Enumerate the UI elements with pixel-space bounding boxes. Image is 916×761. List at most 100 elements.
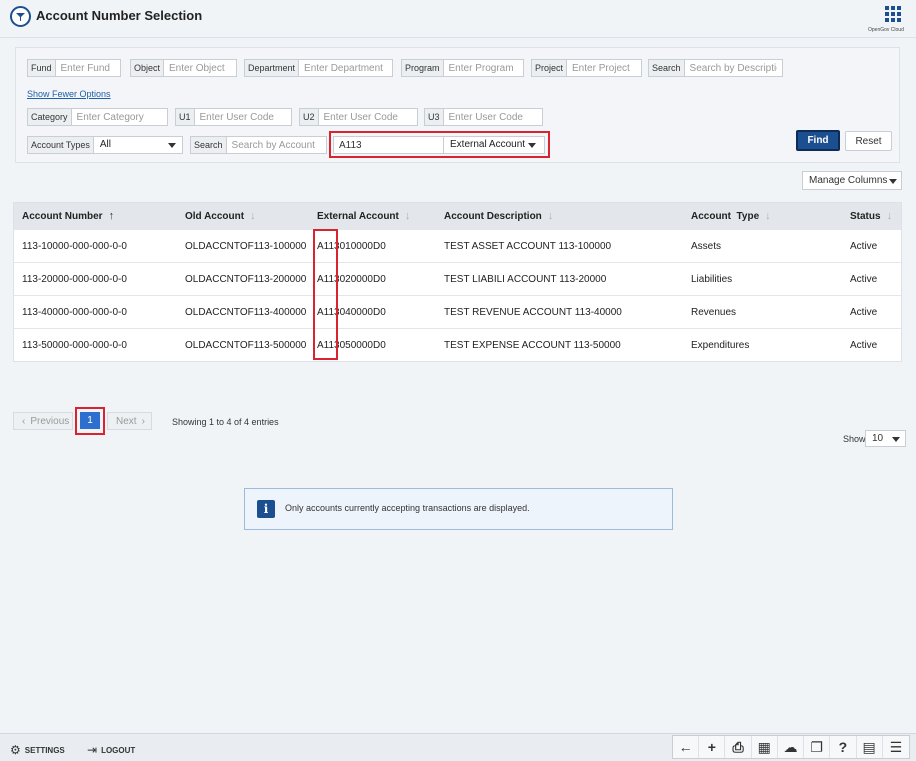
department-label: Department xyxy=(245,60,300,76)
table-row[interactable]: 113-40000-000-000-0-0 OLDACCNTOF113-4000… xyxy=(14,295,901,328)
printer-icon[interactable]: ⎙ xyxy=(725,736,752,758)
sort-desc-icon: ↓ xyxy=(765,210,771,222)
account-number-cell: 113-50000-000-000-0-0 xyxy=(22,339,127,351)
account-search-field: Search xyxy=(190,136,327,154)
category-field: Category xyxy=(27,108,168,126)
status-cell: Active xyxy=(850,273,878,285)
account-types-select[interactable]: All xyxy=(94,137,182,153)
account-description-cell: TEST EXPENSE ACCOUNT 113-50000 xyxy=(444,339,621,351)
status-cell: Active xyxy=(850,339,878,351)
entries-summary: Showing 1 to 4 of 4 entries xyxy=(172,417,279,427)
account-types-value: All xyxy=(99,139,111,150)
app-grid-icon[interactable] xyxy=(885,6,901,22)
account-type-cell: Assets xyxy=(691,240,722,252)
table-header: Account Number ↑ Old Account ↓ External Ac… xyxy=(14,203,901,229)
column-header-status[interactable]: Status ↓ xyxy=(850,203,892,229)
column-header-old-account[interactable]: Old Account ↓ xyxy=(185,203,256,229)
program-label: Program xyxy=(402,60,444,76)
find-button[interactable]: Find xyxy=(796,130,840,151)
sort-desc-icon: ↓ xyxy=(404,210,411,222)
highlight-external-account-prefix xyxy=(313,229,338,360)
project-field: Project xyxy=(531,59,642,77)
sort-desc-icon: ↓ xyxy=(886,210,893,222)
account-description-cell: TEST ASSET ACCOUNT 113-100000 xyxy=(444,240,612,252)
category-input[interactable] xyxy=(71,109,167,125)
fund-label: Fund xyxy=(28,60,56,76)
project-input[interactable] xyxy=(567,60,641,76)
object-field: Object xyxy=(130,59,237,77)
description-search-field: Search xyxy=(648,59,783,77)
grid-table-icon[interactable]: ▦ xyxy=(752,736,778,758)
project-label: Project xyxy=(532,60,568,76)
chevron-down-icon xyxy=(168,143,176,148)
page-title: Account Number Selection xyxy=(36,8,203,23)
department-input[interactable] xyxy=(299,60,392,76)
page-size-value: 10 xyxy=(872,433,884,444)
calendar-notes-icon[interactable]: ▤ xyxy=(857,736,883,758)
next-page-button[interactable]: Next › xyxy=(107,412,152,430)
brand-label: OpenGov Cloud xyxy=(868,27,904,33)
account-number-cell: 113-10000-000-000-0-0 xyxy=(22,240,127,252)
info-icon: i xyxy=(257,500,275,518)
logout-icon: ⇥ xyxy=(87,743,98,757)
account-description-cell: TEST LIABILI ACCOUNT 113-20000 xyxy=(444,273,607,285)
account-types-field: Account Types All xyxy=(27,136,183,154)
u2-input[interactable] xyxy=(318,109,417,125)
table-row[interactable]: 113-50000-000-000-0-0 OLDACCNTOF113-5000… xyxy=(14,328,901,361)
sort-desc-icon: ↓ xyxy=(547,210,554,222)
chevron-right-icon: › xyxy=(141,415,145,427)
u3-field: U3 xyxy=(424,108,543,126)
fund-input[interactable] xyxy=(55,60,120,76)
gear-icon: ⚙ xyxy=(10,743,21,757)
u2-field: U2 xyxy=(299,108,418,126)
account-number-cell: 113-20000-000-000-0-0 xyxy=(22,273,127,285)
column-header-external-account[interactable]: External Account ↓ xyxy=(317,203,410,229)
u1-input[interactable] xyxy=(194,109,291,125)
u3-label: U3 xyxy=(425,109,444,125)
account-description-cell: TEST REVENUE ACCOUNT 113-40000 xyxy=(444,306,622,318)
description-search-input[interactable] xyxy=(684,60,782,76)
account-search-input[interactable] xyxy=(226,137,326,153)
status-cell: Active xyxy=(850,240,878,252)
column-header-account-description[interactable]: Account Description ↓ xyxy=(444,203,553,229)
fund-field: Fund xyxy=(27,59,121,77)
manage-columns-dropdown[interactable]: Manage Columns xyxy=(802,171,902,190)
back-arrow-icon[interactable]: ← xyxy=(673,736,700,758)
category-label: Category xyxy=(28,109,72,125)
page-size-select[interactable]: 10 xyxy=(865,430,906,447)
program-input[interactable] xyxy=(443,60,523,76)
department-field: Department xyxy=(244,59,393,77)
table-row[interactable]: 113-20000-000-000-0-0 OLDACCNTOF113-2000… xyxy=(14,262,901,295)
u3-input[interactable] xyxy=(443,109,542,125)
u1-field: U1 xyxy=(175,108,292,126)
old-account-cell: OLDACCNTOF113-500000 xyxy=(185,339,307,351)
old-account-cell: OLDACCNTOF113-200000 xyxy=(185,273,307,285)
old-account-cell: OLDACCNTOF113-400000 xyxy=(185,306,307,318)
app-logo-icon[interactable] xyxy=(10,6,31,27)
help-icon[interactable]: ? xyxy=(830,736,857,758)
cloud-link-icon[interactable]: ☁ xyxy=(778,736,805,758)
info-message-text: Only accounts currently accepting transa… xyxy=(285,503,530,513)
status-cell: Active xyxy=(850,306,878,318)
copy-icon[interactable]: ❐ xyxy=(804,736,831,758)
table-row[interactable]: 113-10000-000-000-0-0 OLDACCNTOF113-1000… xyxy=(14,229,901,262)
settings-link[interactable]: ⚙ SETTINGS xyxy=(10,743,65,757)
info-message-box: i Only accounts currently accepting tran… xyxy=(244,488,673,530)
previous-page-button[interactable]: ‹ Previous xyxy=(13,412,73,430)
hierarchy-icon[interactable]: ☰ xyxy=(883,736,909,758)
plus-icon[interactable]: + xyxy=(699,736,726,758)
accounts-table: Account Number ↑ Old Account ↓ External Ac… xyxy=(13,202,902,362)
column-header-account-type[interactable]: Account Type ↓ xyxy=(691,203,771,229)
old-account-cell: OLDACCNTOF113-100000 xyxy=(185,240,307,252)
logout-link[interactable]: ⇥ LOGOUT xyxy=(87,743,135,757)
reset-button[interactable]: Reset xyxy=(845,131,892,151)
sort-asc-icon: ↑ xyxy=(108,210,115,222)
u2-label: U2 xyxy=(300,109,319,125)
column-header-account-number[interactable]: Account Number ↑ xyxy=(22,203,114,229)
object-input[interactable] xyxy=(164,60,236,76)
object-label: Object xyxy=(131,60,165,76)
show-fewer-options-link[interactable]: Show Fewer Options xyxy=(27,89,111,99)
account-type-cell: Liabilities xyxy=(691,273,733,285)
chevron-down-icon xyxy=(889,179,897,184)
highlight-current-page xyxy=(75,407,105,435)
